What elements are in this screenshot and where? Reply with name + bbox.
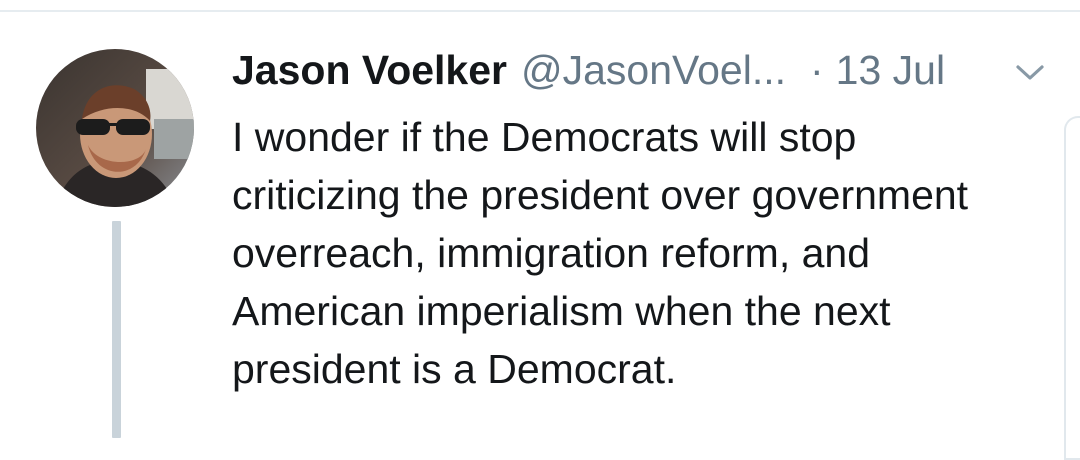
quoted-card-edge xyxy=(1064,116,1080,460)
tweet-header: Jason Voelker @JasonVoel... · 13 Jul xyxy=(232,44,945,96)
tweet-text-line: overreach, immigration reform, and xyxy=(232,230,871,276)
thread-line xyxy=(112,221,121,438)
tweet-text-line: I wonder if the Democrats will stop xyxy=(232,114,857,160)
author-handle[interactable]: @JasonVoel... xyxy=(521,47,786,94)
tweet-text-line: American imperialism when the next xyxy=(232,288,891,334)
separator-dot: · xyxy=(810,46,824,93)
tweet-text-line: president is a Democrat. xyxy=(232,346,677,392)
tweet-text-line: criticizing the president over governmen… xyxy=(232,172,969,218)
tweet-menu-button[interactable] xyxy=(1008,56,1052,90)
avatar[interactable] xyxy=(36,49,194,207)
avatar-photo xyxy=(36,49,194,207)
tweet-timestamp[interactable]: 13 Jul xyxy=(836,47,945,94)
chevron-down-icon xyxy=(1016,65,1044,80)
top-divider xyxy=(0,10,1080,12)
tweet-text: I wonder if the Democrats will stop crit… xyxy=(232,108,1062,398)
author-name[interactable]: Jason Voelker xyxy=(232,47,507,94)
